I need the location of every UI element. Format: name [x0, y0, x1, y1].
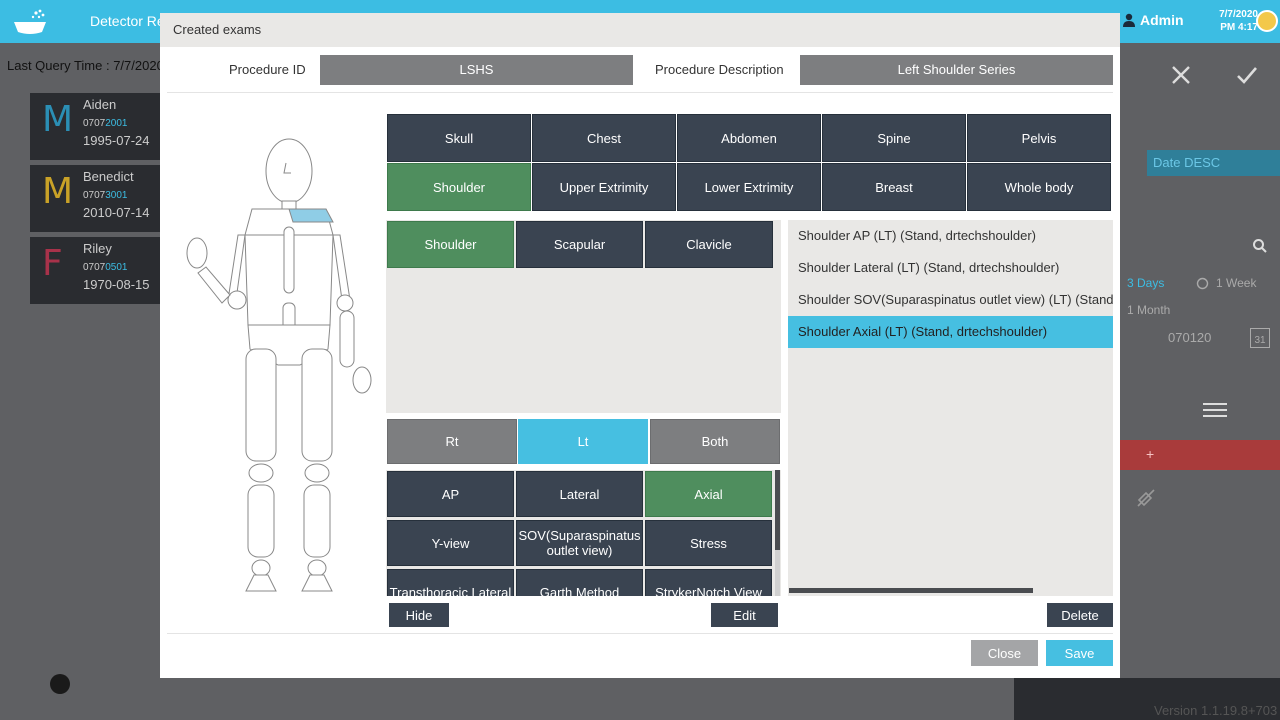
dialog-title: Created exams [173, 22, 262, 37]
region-spine-button[interactable]: Spine [822, 114, 966, 162]
patient-card[interactable]: F Riley 07070501 1970-08-15 [30, 237, 160, 304]
laterality-both-button[interactable]: Both [650, 419, 780, 464]
last-query-time: Last Query Time : 7/7/2020 [7, 58, 164, 73]
region-breast-button[interactable]: Breast [822, 163, 966, 211]
patient-gender-letter: M [42, 99, 74, 140]
patient-id-suffix: 2001 [105, 118, 128, 129]
sub-region-shoulder-button[interactable]: Shoulder [387, 221, 514, 268]
view-sov-button[interactable]: SOV(Suparaspinatus outlet view) [516, 520, 643, 566]
user-icon [1123, 13, 1135, 27]
created-exams-dialog: Created exams Procedure ID LSHS Procedur… [160, 13, 1120, 678]
app-logo-icon [14, 9, 46, 34]
patient-id: 07073001 [83, 190, 128, 201]
exam-list: Shoulder AP (LT) (Stand, drtechshoulder)… [788, 220, 1113, 596]
region-pelvis-button[interactable]: Pelvis [967, 114, 1111, 162]
procedure-id-label: Procedure ID [229, 62, 306, 77]
patient-dob: 2010-07-14 [83, 205, 150, 220]
range-1week[interactable]: 1 Week [1216, 276, 1256, 290]
exam-list-item-selected[interactable]: Shoulder Axial (LT) (Stand, drtechshould… [788, 316, 1113, 348]
region-upper-extremity-button[interactable]: Upper Extrimity [532, 163, 676, 211]
view-strykernotch-button[interactable]: StrykerNotch View [645, 569, 772, 596]
hide-button[interactable]: Hide [389, 603, 449, 627]
dialog-header: Created exams [160, 13, 1120, 47]
patient-id-prefix: 0707 [83, 118, 106, 129]
mute-icon[interactable] [1136, 488, 1156, 508]
edit-button[interactable]: Edit [711, 603, 778, 627]
region-skull-button[interactable]: Skull [387, 114, 531, 162]
patient-name: Aiden [83, 97, 117, 112]
region-shoulder-button[interactable]: Shoulder [387, 163, 531, 211]
view-axial-button[interactable]: Axial [645, 471, 772, 517]
calendar-icon[interactable]: 31 [1250, 328, 1270, 348]
range-3days[interactable]: 3 Days [1127, 276, 1164, 290]
avatar[interactable] [1256, 10, 1278, 32]
patient-name: Riley [83, 241, 112, 256]
app-title: Detector Re [90, 13, 165, 29]
view-scrollbar-thumb[interactable] [775, 470, 780, 550]
clock: 7/7/2020 PM 4:17 [1206, 8, 1258, 34]
add-icon: + [1146, 446, 1155, 462]
clock-time: PM 4:17 [1220, 22, 1258, 33]
patient-dob: 1970-08-15 [83, 277, 150, 292]
patient-name: Benedict [83, 169, 134, 184]
patient-gender-letter: M [42, 171, 74, 212]
laterality-lt-button[interactable]: Lt [518, 419, 648, 464]
procedure-description-field[interactable]: Left Shoulder Series [800, 55, 1113, 85]
check-icon[interactable] [1236, 64, 1258, 86]
sub-region-scapular-button[interactable]: Scapular [516, 221, 643, 268]
close-icon[interactable] [1170, 64, 1192, 86]
patient-gender-letter: F [42, 243, 63, 284]
floating-dot[interactable] [50, 674, 70, 694]
view-stress-button[interactable]: Stress [645, 520, 772, 566]
view-garth-method-button[interactable]: Garth Method [516, 569, 643, 596]
region-lower-extremity-button[interactable]: Lower Extrimity [677, 163, 821, 211]
patient-id-suffix: 0501 [105, 262, 128, 273]
view-grid: AP Lateral Axial Y-view SOV(Suparaspinat… [386, 470, 781, 596]
patient-dob: 1995-07-24 [83, 133, 150, 148]
menu-icon[interactable] [1202, 402, 1228, 418]
exam-list-item[interactable]: Shoulder SOV(Suparaspinatus outlet view)… [788, 284, 1113, 316]
view-y-view-button[interactable]: Y-view [387, 520, 514, 566]
date-field[interactable]: 070120 [1168, 330, 1211, 345]
range-1month[interactable]: 1 Month [1127, 303, 1170, 317]
calendar-day: 31 [1254, 335, 1266, 346]
view-lateral-button[interactable]: Lateral [516, 471, 643, 517]
sub-region-clavicle-button[interactable]: Clavicle [645, 221, 773, 268]
exam-list-scrollbar[interactable] [789, 588, 1033, 593]
sort-select[interactable]: Date DESC [1147, 150, 1280, 176]
region-abdomen-button[interactable]: Abdomen [677, 114, 821, 162]
view-ap-button[interactable]: AP [387, 471, 514, 517]
exam-list-item[interactable]: Shoulder Lateral (LT) (Stand, drtechshou… [788, 252, 1113, 284]
divider [167, 633, 1113, 634]
procedure-description-label: Procedure Description [655, 62, 784, 77]
clock-date: 7/7/2020 [1219, 9, 1258, 20]
view-transthoracic-lateral-button[interactable]: Transthoracic Lateral [387, 569, 514, 596]
save-button[interactable]: Save [1046, 640, 1113, 666]
exam-list-item[interactable]: Shoulder AP (LT) (Stand, drtechshoulder) [788, 220, 1113, 252]
laterality-rt-button[interactable]: Rt [387, 419, 517, 464]
body-figure-icon[interactable] [170, 135, 380, 595]
region-whole-body-button[interactable]: Whole body [967, 163, 1111, 211]
patient-id-prefix: 0707 [83, 262, 106, 273]
patient-id-prefix: 0707 [83, 190, 106, 201]
user-name: Admin [1140, 12, 1184, 28]
patient-card[interactable]: M Benedict 07073001 2010-07-14 [30, 165, 160, 232]
search-panel [1120, 43, 1280, 720]
patient-card[interactable]: M Aiden 07072001 1995-07-24 [30, 93, 160, 160]
radio-icon[interactable] [1196, 277, 1209, 290]
patient-id-suffix: 3001 [105, 190, 128, 201]
user-menu[interactable]: Admin [1122, 12, 1184, 28]
region-chest-button[interactable]: Chest [532, 114, 676, 162]
patient-id: 07070501 [83, 262, 128, 273]
close-button[interactable]: Close [971, 640, 1038, 666]
delete-button[interactable]: Delete [1047, 603, 1113, 627]
version-label: Version 1.1.19.8+703 [1154, 703, 1278, 718]
add-bar[interactable]: + [1120, 440, 1280, 470]
search-icon[interactable] [1252, 238, 1268, 254]
procedure-id-field[interactable]: LSHS [320, 55, 633, 85]
divider [167, 92, 1113, 93]
patient-id: 07072001 [83, 118, 128, 129]
